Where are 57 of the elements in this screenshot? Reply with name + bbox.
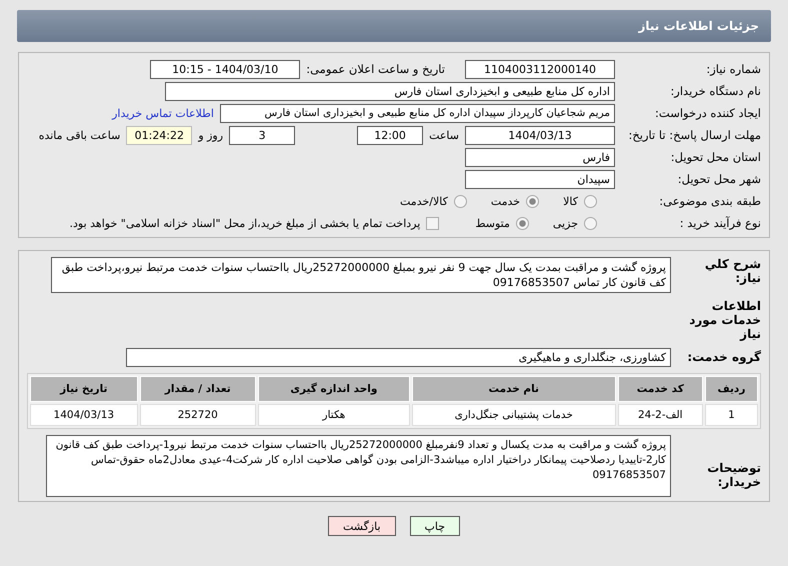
days-field: 3 [229,126,296,144]
field-label: طبقه بندی موضوعی: [658,194,761,208]
radio-button[interactable] [526,194,540,208]
column-header: تاریخ نیاز [30,376,138,402]
remaining-label: ساعت باقی مانده [38,128,120,142]
table-cell: 1 [704,404,758,426]
buyer-notes-textarea: پروژه گشت و مراقبت به مدت یکسال و تعداد 9نفرمبلغ 25272000000ریال بااحتساب سنوات خدمت مرتبط نیرو1-پرداخت طبق کف قانون کار2-تاییدیا ردصلاحیت پیمانکار دراختیار اداره میباشد3-الزامی بودن گواهی صلاحیت اداره کار شرکت4-عیدی معادل2ماه حقوق-تماس 09176853507 [46,435,671,497]
table-cell: خدمات پشتیبانی جنگل‌داری [412,404,616,426]
section-title: اطلاعات خدمات مورد نیاز [688,299,761,341]
buyer-contact-link[interactable]: اطلاعات تماس خریدار [112,106,214,120]
column-header: تعداد / مقدار [140,376,256,402]
field-label: شرح کلي نياز: [704,257,761,285]
remaining-time-field: 01:24:22 [126,126,192,144]
time-label: ساعت [429,128,459,142]
field-label: نام دستگاه خریدار: [669,84,761,98]
radio-button[interactable] [584,194,597,208]
creator-field: مریم شجاعیان کارپرداز سپیدان اداره کل منابع طبیعی و ابخیزداری استان فارس [220,104,615,122]
deadline-time-field: 12:00 [357,126,424,144]
table-cell: الف-2-24 [618,404,703,426]
radio-button[interactable] [516,216,529,230]
radio-label: متوسط [475,216,510,230]
table-cell: 252720 [140,404,256,426]
column-header: واحد اندازه گیری [258,376,410,402]
radio-button[interactable] [584,216,597,230]
field-label: مهلت ارسال پاسخ: تا تاریخ: [627,128,761,142]
city-field: سپیدان [465,170,615,188]
field-label: شهر محل تحویل: [676,172,761,186]
field-label: تاریخ و ساعت اعلان عمومی: [306,62,445,76]
days-label: روز و [198,128,224,142]
field-label: نوع فرآیند خرید : [678,216,761,230]
table-cell: 1404/03/13 [30,404,138,426]
checkbox[interactable] [426,216,440,230]
radio-label: کالا/خدمت [400,194,448,208]
summary-textarea: پروژه گشت و مراقبت بمدت یک سال جهت 9 نفر نیرو بمبلغ 25272000000ریال بااحتساب سنوات خدمت مرتبط نیرو،پرداخت طبق کف قانون کار تماس 09176853507 [51,257,671,293]
service-group-field: کشاورزی، جنگلداری و ماهیگیری [126,348,671,366]
deadline-date-field: 1404/03/13 [465,126,615,144]
print-button[interactable]: چاپ [410,516,460,536]
column-header: نام خدمت [412,376,616,402]
column-header: کد خدمت [618,376,703,402]
table-cell: هکتار [258,404,410,426]
radio-button[interactable] [454,194,467,208]
announce-date-field: 1404/03/10 - 10:15 [150,60,300,78]
field-label: گروه خدمت: [686,350,761,364]
field-label: توضیحات خریدار: [706,461,761,489]
province-field: فارس [465,148,615,166]
radio-label: جزیی [552,216,578,230]
radio-label: کالا [563,194,578,208]
back-button[interactable]: بازگشت [328,516,396,536]
field-label: استان محل تحویل: [670,150,761,164]
buyer-field: اداره کل منابع طبیعی و ابخیزداری استان فارس [165,82,615,100]
field-label: شماره نیاز: [705,62,761,76]
page-title: جزئیات اطلاعات نیاز [638,19,759,33]
field-label: ایجاد کننده درخواست: [654,106,761,120]
need-number-field: 1104003112000140 [465,60,615,78]
checkbox-label: پرداخت تمام یا بخشی از مبلغ خرید،از محل "اسناد خزانه اسلامی" خواهد بود. [70,216,420,230]
radio-label: خدمت [490,194,520,208]
column-header: ردیف [704,376,758,402]
